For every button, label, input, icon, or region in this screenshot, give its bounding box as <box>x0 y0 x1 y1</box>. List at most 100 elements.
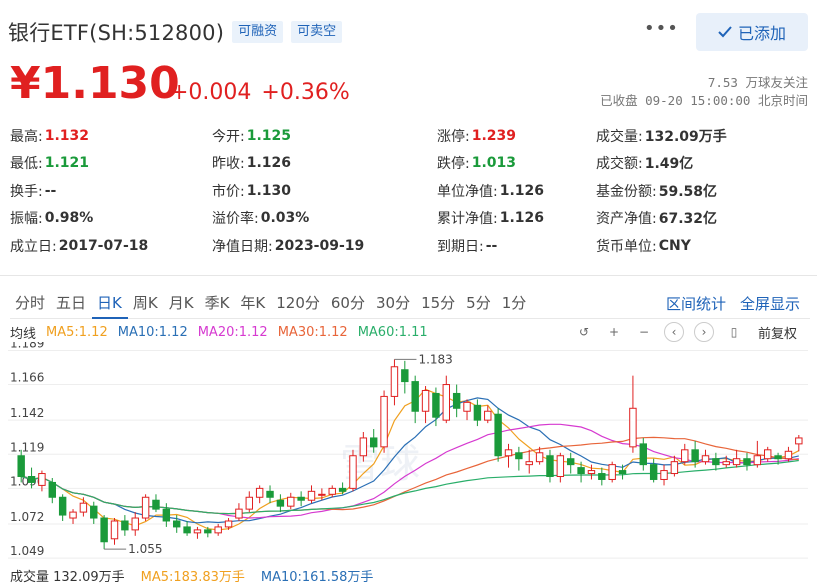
candle-body <box>484 410 492 421</box>
prev-icon[interactable]: ‹ <box>664 322 684 342</box>
candle-body <box>48 481 57 498</box>
period-tab[interactable]: 年K <box>235 287 271 319</box>
fullscreen-link[interactable]: 全屏显示 <box>740 293 800 314</box>
candle-body <box>276 499 285 507</box>
candle-body <box>411 381 419 412</box>
quote-row: 最低: 1.121 昨收: 1.126 跌停: 1.013 成交额: 1.49亿 <box>10 150 810 178</box>
quote-table: 最高: 1.132 今开: 1.125 涨停: 1.239 成交量: 132.09万手 最低: 1… <box>10 122 810 260</box>
change-value: +0.004 <box>170 80 252 105</box>
y-tick-label: 1.049 <box>10 544 44 558</box>
candle-body <box>774 455 782 460</box>
period-tab[interactable]: 周K <box>128 287 164 319</box>
candle-body <box>27 476 36 483</box>
quote-cell: 货币单位: CNY <box>596 236 810 256</box>
quote-key: 跌停: <box>437 156 470 173</box>
candle-body <box>577 467 585 475</box>
candle-body <box>566 458 575 466</box>
range-stats-link[interactable]: 区间统计 <box>666 293 726 314</box>
added-button[interactable]: 已添加 <box>696 13 808 51</box>
period-tab[interactable]: 5分 <box>461 287 497 319</box>
candle-body <box>515 452 523 460</box>
short-sell-tag[interactable]: 可卖空 <box>291 21 343 43</box>
quote-key: 累计净值: <box>437 211 498 228</box>
candle-body <box>245 496 254 510</box>
candle-body <box>183 526 191 534</box>
period-tab[interactable]: 月K <box>164 287 200 319</box>
volume-label: 成交量 132.09万手 <box>10 569 125 585</box>
quote-key: 振幅: <box>10 211 43 228</box>
quote-key: 市价: <box>212 183 245 200</box>
candle-body <box>608 464 616 480</box>
period-links: 区间统计 全屏显示 <box>666 287 800 319</box>
undo-icon[interactable]: ↺ <box>574 322 594 342</box>
candle-body <box>732 458 741 466</box>
y-tick-label: 1.166 <box>10 371 44 385</box>
divider <box>0 275 817 276</box>
candle-body <box>255 487 264 498</box>
quote-value: 2017-07-18 <box>58 237 149 254</box>
candle-body <box>90 505 98 519</box>
y-tick-label: 1.072 <box>10 510 44 524</box>
quote-value: 1.126 <box>246 155 292 172</box>
quote-value: 1.126 <box>499 210 545 227</box>
period-tab[interactable]: 120分 <box>271 287 326 319</box>
candle-body <box>79 502 88 513</box>
volume-ma10: MA10:161.58万手 <box>260 569 374 585</box>
margin-tag[interactable]: 可融资 <box>232 21 284 43</box>
quote-key: 成立日: <box>10 238 57 255</box>
candle-body <box>546 455 554 478</box>
quote-cell: 换手: -- <box>10 181 212 201</box>
candle-body <box>463 401 471 412</box>
candle-body <box>121 520 129 531</box>
candle-body <box>193 529 202 534</box>
quote-row: 成立日: 2017-07-18 净值日期: 2023-09-19 到期日: -- 货币单位:… <box>10 232 810 260</box>
follow-info: 7.53 万球友关注 已收盘 09-20 15:00:00 北京时间 <box>600 74 808 110</box>
quote-cell: 今开: 1.125 <box>212 126 437 146</box>
period-tab[interactable]: 60分 <box>326 287 371 319</box>
period-tab[interactable]: 五日 <box>51 287 92 319</box>
ma-legend-item: MA10:1.12 <box>117 324 188 340</box>
followers-count: 7.53 万球友关注 <box>707 75 808 90</box>
candle-body <box>442 384 451 421</box>
candle-body <box>318 493 326 496</box>
ma-legend: 均线 MA5:1.12 MA10:1.12 MA20:1.12 MA30:1.12 MA… <box>10 322 428 342</box>
candle-body <box>131 517 139 531</box>
quote-key: 成交额: <box>596 156 643 173</box>
quote-key: 昨收: <box>212 156 245 173</box>
quote-value: 1.121 <box>44 155 90 172</box>
kline-chart[interactable]: 1.1891.1661.1421.1191.0961.0721.049雪球1.1… <box>0 342 817 566</box>
quote-value: -- <box>44 182 57 199</box>
adjust-mode[interactable]: 前复权 <box>758 323 797 342</box>
quote-key: 换手: <box>10 183 43 200</box>
quote-key: 今开: <box>212 128 245 145</box>
candle-body <box>691 449 699 463</box>
period-tab[interactable]: 30分 <box>371 287 416 319</box>
candle-body <box>307 490 316 501</box>
y-tick-label: 1.119 <box>10 440 44 454</box>
candle-body <box>235 508 243 519</box>
quote-cell: 基金份额: 59.58亿 <box>596 181 810 201</box>
period-tab[interactable]: 15分 <box>416 287 461 319</box>
zoom-out-icon[interactable]: − <box>634 322 654 342</box>
quote-cell: 资产净值: 67.32亿 <box>596 208 810 228</box>
candle-icon[interactable]: ▯ <box>724 322 744 342</box>
period-tab[interactable]: 分时 <box>10 287 51 319</box>
candle-body <box>452 392 461 409</box>
period-tab[interactable]: 季K <box>200 287 236 319</box>
candle-body <box>224 520 233 528</box>
more-horizontal-icon[interactable]: ••• <box>644 18 679 39</box>
quote-key: 溢价率: <box>212 211 259 228</box>
candle-body <box>152 499 160 510</box>
candle-body <box>172 520 181 528</box>
period-tab[interactable]: 日K <box>92 287 128 319</box>
low-marker-label: 1.055 <box>128 542 162 556</box>
period-tab[interactable]: 1分 <box>497 287 533 319</box>
quote-key: 到期日: <box>437 238 484 255</box>
candle-body <box>598 473 606 480</box>
quote-row: 最高: 1.132 今开: 1.125 涨停: 1.239 成交量: 132.09万手 <box>10 122 810 150</box>
next-icon[interactable]: › <box>694 322 714 342</box>
zoom-in-icon[interactable]: + <box>604 322 624 342</box>
candle-body <box>681 449 689 463</box>
quote-cell: 成交额: 1.49亿 <box>596 153 810 173</box>
current-price: ¥1.130 <box>10 58 180 109</box>
